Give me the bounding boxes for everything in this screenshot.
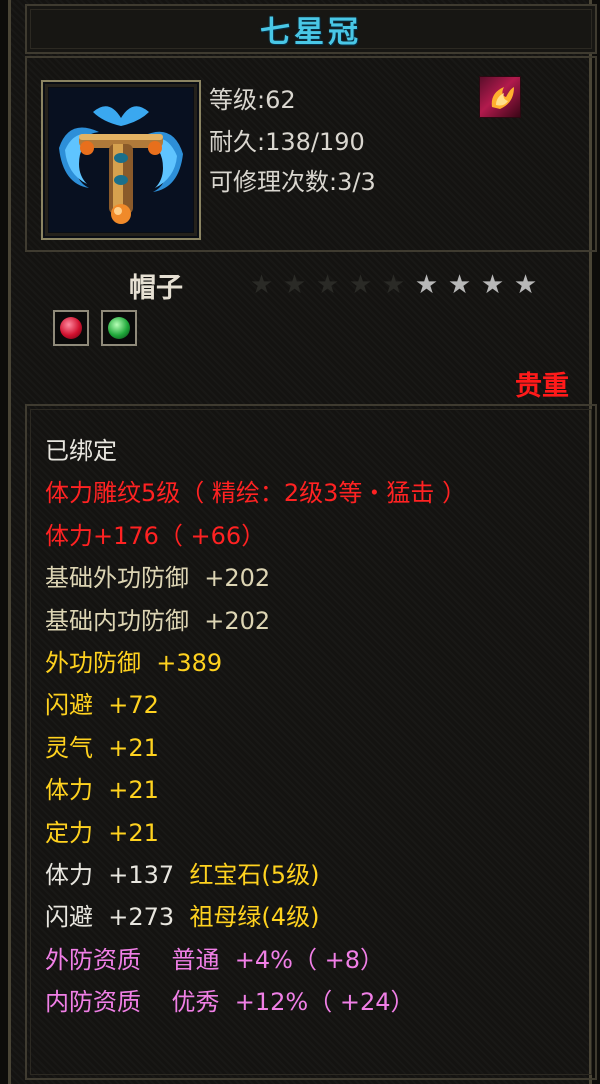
attribute-line: 体力 +137 红宝石(5级) bbox=[45, 854, 585, 896]
star-icon-filled: ★ bbox=[480, 270, 505, 300]
attribute-line: 闪避 +273 祖母绿(4级) bbox=[45, 896, 585, 938]
item-icon-frame bbox=[41, 80, 201, 240]
attribute-line: 灵气 +21 bbox=[45, 727, 585, 769]
skill-emblem-icon bbox=[479, 76, 521, 118]
item-header-panel: 等级:62 耐久:138/190 可修理次数:3/3 bbox=[25, 56, 597, 252]
attribute-line: 体力+176（ +66） bbox=[45, 515, 585, 557]
star-icon-empty: ★ bbox=[249, 270, 274, 300]
star-icon-filled: ★ bbox=[414, 270, 439, 300]
star-rating: ★ ★ ★ ★ ★ ★ ★ ★ ★ bbox=[245, 272, 542, 298]
attribute-text: 体力 +137 bbox=[45, 860, 190, 889]
star-icon-empty: ★ bbox=[315, 270, 340, 300]
attribute-text: 体力 +21 bbox=[45, 776, 159, 805]
attribute-text: 闪避 +273 bbox=[45, 903, 190, 932]
ruby-gem-icon bbox=[60, 317, 82, 339]
attribute-text: 红宝石(5级) bbox=[189, 860, 320, 889]
attribute-text: 外防资质 普通 +4%（ +8） bbox=[45, 945, 384, 974]
gem-slot-1[interactable] bbox=[53, 310, 89, 346]
attribute-text: 体力雕纹5级（ 精绘：2级3等・猛击 ） bbox=[45, 479, 467, 508]
item-durability: 耐久:138/190 bbox=[209, 128, 365, 156]
attribute-text: 灵气 +21 bbox=[45, 733, 159, 762]
attribute-line: 外功防御 +389 bbox=[45, 642, 585, 684]
star-icon-empty: ★ bbox=[348, 270, 373, 300]
item-tooltip: 七星冠 等级:62 耐久:138/190 可修理次数:3/3 帽子 ★ ★ ★ … bbox=[8, 0, 597, 1084]
item-level: 等级:62 bbox=[209, 86, 296, 114]
attribute-list: 已绑定体力雕纹5级（ 精绘：2级3等・猛击 ） 体力+176（ +66） 基础外功防… bbox=[45, 430, 585, 1023]
attribute-text: 基础外功防御 +202 bbox=[45, 564, 271, 593]
attribute-line: 定力 +21 bbox=[45, 812, 585, 854]
attribute-text: 体力+176（ +66） bbox=[45, 521, 266, 550]
attribute-text: 外功防御 +389 bbox=[45, 648, 223, 677]
item-name: 七星冠 bbox=[260, 15, 362, 50]
attribute-line: 体力 +21 bbox=[45, 769, 585, 811]
star-icon-filled: ★ bbox=[513, 270, 538, 300]
attribute-line: 内防资质 优秀 +12%（ +24） bbox=[45, 981, 585, 1023]
item-repair-count: 可修理次数:3/3 bbox=[209, 168, 376, 196]
attribute-line: 基础外功防御 +202 bbox=[45, 557, 585, 599]
attribute-line: 已绑定 bbox=[45, 430, 585, 472]
attribute-line: 基础内功防御 +202 bbox=[45, 600, 585, 642]
attribute-line: 闪避 +72 bbox=[45, 684, 585, 726]
attribute-text: 祖母绿(4级) bbox=[189, 903, 320, 932]
star-icon-empty: ★ bbox=[381, 270, 406, 300]
star-icon-empty: ★ bbox=[282, 270, 307, 300]
gem-slot-2[interactable] bbox=[101, 310, 137, 346]
attribute-text: 闪避 +72 bbox=[45, 691, 159, 720]
crown-hat-icon bbox=[49, 88, 193, 232]
attribute-line: 体力雕纹5级（ 精绘：2级3等・猛击 ） bbox=[45, 472, 585, 514]
item-type-area: 帽子 ★ ★ ★ ★ ★ ★ ★ ★ ★ 贵重 bbox=[25, 254, 597, 402]
item-rarity: 贵重 bbox=[515, 371, 569, 402]
attribute-text: 内防资质 优秀 +12%（ +24） bbox=[45, 988, 415, 1017]
star-icon-filled: ★ bbox=[447, 270, 472, 300]
item-type: 帽子 bbox=[129, 273, 183, 304]
title-bar: 七星冠 bbox=[25, 4, 597, 54]
attribute-text: 定力 +21 bbox=[45, 818, 159, 847]
attribute-text: 基础内功防御 +202 bbox=[45, 606, 271, 635]
attributes-panel: 已绑定体力雕纹5级（ 精绘：2级3等・猛击 ） 体力+176（ +66） 基础外功防… bbox=[25, 404, 597, 1080]
attribute-line: 外防资质 普通 +4%（ +8） bbox=[45, 939, 585, 981]
attribute-text: 已绑定 bbox=[45, 437, 117, 465]
emerald-gem-icon bbox=[108, 317, 130, 339]
